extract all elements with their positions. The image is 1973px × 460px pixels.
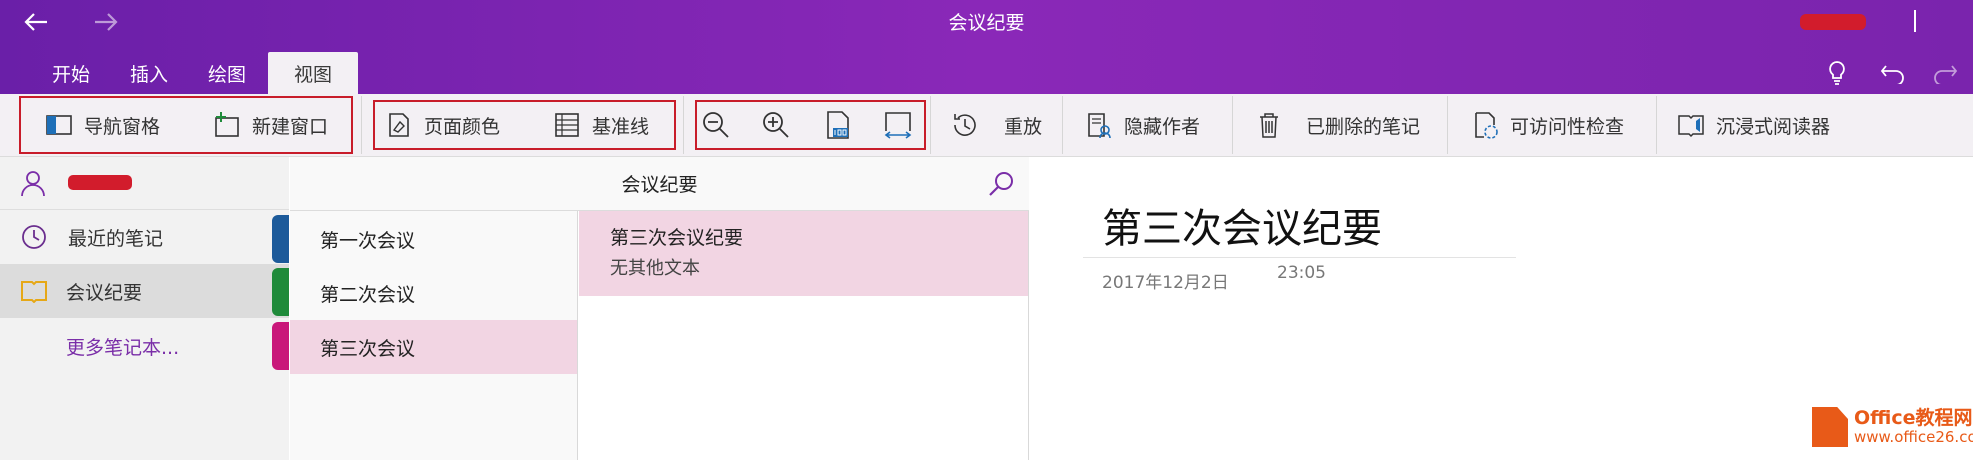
tab-home[interactable]: 开始 xyxy=(0,52,112,94)
section-item-label: 第一次会议 xyxy=(320,229,416,252)
ribbon-separator xyxy=(1062,96,1063,154)
highlight-box-page-setup xyxy=(373,100,676,150)
clock-icon xyxy=(22,225,46,249)
lightbulb-icon[interactable] xyxy=(1820,56,1854,90)
page-date: 2017年12月2日 xyxy=(1102,273,1229,293)
page-list-item-selected[interactable]: 第三次会议纪要 无其他文本 xyxy=(579,211,1028,296)
redacted-account-name xyxy=(68,175,132,190)
replay-label: 重放 xyxy=(1004,115,1043,138)
page-title-rule xyxy=(1083,257,1516,258)
ribbon-separator xyxy=(1656,96,1657,154)
section-item-selected[interactable]: 第三次会议 xyxy=(290,320,577,374)
notebook-sidebar: 最近的笔记 会议纪要 更多笔记本... xyxy=(0,157,289,460)
office-logo xyxy=(1812,407,1848,447)
section-list-title: 会议纪要 xyxy=(621,174,698,196)
sidebar-item-label: 会议纪要 xyxy=(66,281,143,304)
notebook-icon xyxy=(21,281,47,303)
page-item-title: 第三次会议纪要 xyxy=(610,227,744,249)
immersive-reader-button[interactable]: 沉浸式阅读器 xyxy=(1676,104,1830,146)
history-replay-icon xyxy=(954,114,976,136)
redo-icon[interactable] xyxy=(1928,56,1962,90)
ribbon-separator xyxy=(930,96,931,154)
redacted-user-name xyxy=(1800,14,1866,30)
ribbon-separator xyxy=(1232,96,1233,154)
section-list-header: 会议纪要 xyxy=(290,157,1029,211)
section-color-tab xyxy=(272,268,289,316)
ribbon-separator xyxy=(361,96,362,154)
accessibility-check-icon xyxy=(1475,112,1498,139)
highlight-box-zoom xyxy=(695,100,926,150)
sidebar-item-notebook[interactable]: 会议纪要 xyxy=(0,264,289,318)
page-item-preview: 无其他文本 xyxy=(610,258,700,279)
sidebar-item-recent-notes[interactable]: 最近的笔记 xyxy=(0,210,289,264)
section-color-tab xyxy=(272,322,289,370)
accessibility-checker-label: 可访问性检查 xyxy=(1510,115,1625,138)
tab-view[interactable]: 视图 xyxy=(268,52,359,94)
undo-icon[interactable] xyxy=(1876,56,1910,90)
hide-authors-label: 隐藏作者 xyxy=(1124,115,1201,138)
page-time: 23:05 xyxy=(1277,263,1326,283)
tab-draw[interactable]: 绘图 xyxy=(186,52,268,94)
watermark-url: www.office26.com xyxy=(1854,428,1973,446)
search-icon[interactable] xyxy=(987,170,1015,198)
more-notebooks-link[interactable]: 更多笔记本... xyxy=(0,319,289,373)
hide-authors-icon xyxy=(1088,113,1111,139)
section-color-tab xyxy=(272,215,289,263)
deleted-notes-label: 已删除的笔记 xyxy=(1306,115,1421,138)
section-item-label: 第三次会议 xyxy=(320,337,416,360)
window-title: 会议纪要 xyxy=(948,12,1025,34)
immersive-reader-label: 沉浸式阅读器 xyxy=(1716,115,1831,138)
tab-insert[interactable]: 插入 xyxy=(112,52,186,94)
ribbon-tabs: 开始 插入 绘图 视图 xyxy=(0,52,359,94)
section-item-label: 第二次会议 xyxy=(320,283,416,306)
ribbon-separator xyxy=(683,96,684,154)
hide-authors-button[interactable]: 隐藏作者 xyxy=(1084,104,1200,146)
person-icon xyxy=(21,171,45,197)
highlight-box-window xyxy=(19,96,353,154)
replay-button[interactable]: 重放 xyxy=(950,104,1042,146)
title-divider xyxy=(1914,10,1916,32)
account-row[interactable] xyxy=(0,157,289,210)
ribbon-separator xyxy=(1447,96,1448,154)
deleted-notes-button[interactable]: 已删除的笔记 xyxy=(1254,104,1420,146)
section-item[interactable]: 第一次会议 xyxy=(290,212,577,266)
section-item[interactable]: 第二次会议 xyxy=(290,266,577,320)
accessibility-checker-button[interactable]: 可访问性检查 xyxy=(1470,104,1624,146)
watermark-brand: Office教程网 xyxy=(1854,407,1973,429)
sidebar-item-label: 最近的笔记 xyxy=(68,227,164,250)
more-notebooks-label: 更多笔记本... xyxy=(66,336,180,359)
immersive-reader-icon xyxy=(1678,115,1704,138)
page-title[interactable]: 第三次会议纪要 xyxy=(1102,196,1382,254)
trash-icon xyxy=(1260,113,1278,138)
